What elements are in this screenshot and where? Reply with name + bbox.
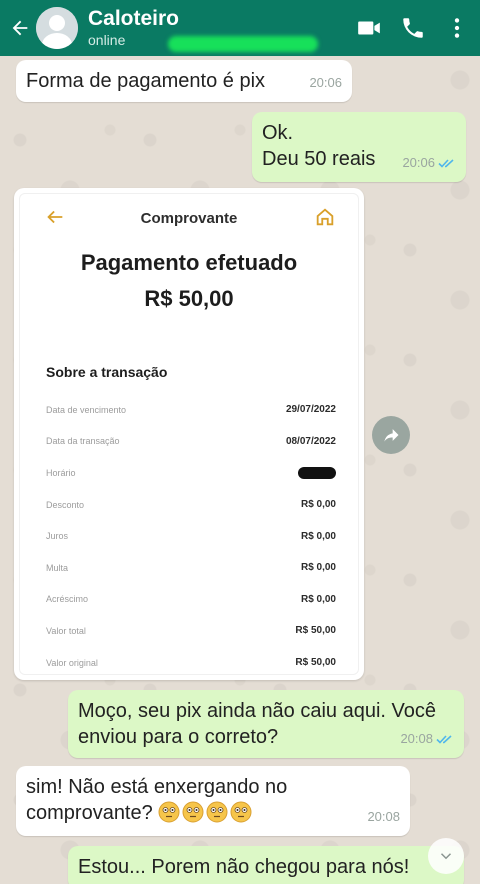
receipt-row: Data de vencimento 29/07/2022 <box>46 394 336 426</box>
row-value: 08/07/2022 <box>285 435 336 447</box>
receipt-home-icon <box>316 208 334 226</box>
row-value: R$ 0,00 <box>300 593 336 605</box>
receipt-row: Acréscimo R$ 0,00 <box>46 584 336 616</box>
message-line: Ok. <box>262 122 294 144</box>
flushed-face-emoji-icon <box>206 801 228 823</box>
flushed-face-emoji-icon <box>230 801 252 823</box>
message-meta: 20:08 <box>400 726 454 752</box>
chevron-down-icon <box>440 853 452 860</box>
row-label: Juros <box>46 531 69 542</box>
row-label: Multa <box>46 562 69 573</box>
message-line-with-emoji: comprovante? <box>26 800 400 826</box>
message-line: Moço, seu pix ainda não caiu aqui. Você <box>78 700 437 722</box>
message-line: enviou para o correto? <box>78 726 279 748</box>
message-bubble-incoming[interactable]: Forma de pagamento é pix 20:06 <box>16 60 352 102</box>
row-value: R$ 0,00 <box>300 499 336 511</box>
forward-button[interactable] <box>372 416 410 454</box>
message-time: 20:08 <box>367 809 400 824</box>
row-label: Data de vencimento <box>46 404 127 415</box>
message-bubble-outgoing[interactable]: Ok. Deu 50 reais 20:06 <box>252 112 466 182</box>
receipt-rows: Data de vencimento 29/07/2022 Data da tra… <box>46 394 336 674</box>
receipt-row: Juros R$ 0,00 <box>46 520 336 552</box>
read-ticks-icon <box>436 735 452 744</box>
redaction-mark <box>168 36 318 52</box>
message-time: 20:06 <box>402 155 435 170</box>
message-bubble-incoming[interactable]: sim! Não está enxergando no comprovante?… <box>16 766 410 836</box>
receipt-image: Comprovante Pagamento efetuado R$ 50,00 … <box>19 193 359 675</box>
message-text: Forma de pagamento é pix <box>26 70 266 92</box>
row-value: R$ 50,00 <box>295 625 336 637</box>
message-meta: 20:06 <box>402 150 456 176</box>
image-message[interactable]: Comprovante Pagamento efetuado R$ 50,00 … <box>14 188 364 680</box>
receipt-title: Comprovante <box>140 210 238 227</box>
row-value: R$ 0,00 <box>300 530 336 542</box>
avatar[interactable] <box>36 7 78 49</box>
row-value: R$ 0,00 <box>300 562 336 574</box>
row-label: Valor total <box>46 625 86 636</box>
back-button[interactable] <box>4 0 36 56</box>
default-avatar-icon <box>36 7 78 49</box>
contact-name: Caloteiro <box>88 7 180 30</box>
phone-icon[interactable] <box>400 15 426 41</box>
row-value: R$ 50,00 <box>295 657 336 669</box>
message-text: Estou... Porem não chegou para nós! <box>78 856 410 878</box>
receipt-row: Valor original R$ 50,00 <box>46 647 336 674</box>
row-label: Desconto <box>46 499 85 510</box>
message-time: 20:08 <box>400 731 433 746</box>
row-label: Valor original <box>46 657 98 668</box>
back-arrow-icon <box>12 20 28 36</box>
message-time: 20:06 <box>309 75 342 90</box>
flushed-face-emoji-icon <box>158 801 180 823</box>
more-vert-icon[interactable] <box>444 15 470 41</box>
receipt-row: Data da transação 08/07/2022 <box>46 426 336 458</box>
message-line: sim! Não está enxergando no <box>26 776 288 798</box>
receipt-row: Valor total R$ 50,00 <box>46 615 336 647</box>
row-value: 29/07/2022 <box>285 404 336 416</box>
row-label: Data da transação <box>46 436 120 447</box>
message-line: comprovante? <box>26 802 153 824</box>
redacted-value <box>298 466 336 479</box>
video-call-icon[interactable] <box>356 15 382 41</box>
receipt-section-title: Sobre a transação <box>46 364 168 380</box>
receipt-row: Horário <box>46 457 336 489</box>
receipt-row: Multa R$ 0,00 <box>46 552 336 584</box>
scroll-to-bottom-button[interactable] <box>428 838 464 874</box>
message-bubble-outgoing[interactable]: Moço, seu pix ainda não caiu aqui. Você … <box>68 690 464 758</box>
message-bubble-outgoing[interactable]: Estou... Porem não chegou para nós! <box>68 846 464 884</box>
read-ticks-icon <box>438 159 454 168</box>
row-label: Horário <box>46 467 76 478</box>
receipt-row: Desconto R$ 0,00 <box>46 489 336 521</box>
receipt-heading: Pagamento efetuado <box>80 250 298 275</box>
row-label: Acréscimo <box>46 594 89 605</box>
chat-header: Caloteiro online <box>0 0 480 56</box>
flushed-face-emoji-icon <box>182 801 204 823</box>
receipt-amount: R$ 50,00 <box>144 286 234 311</box>
forward-icon <box>384 429 399 442</box>
